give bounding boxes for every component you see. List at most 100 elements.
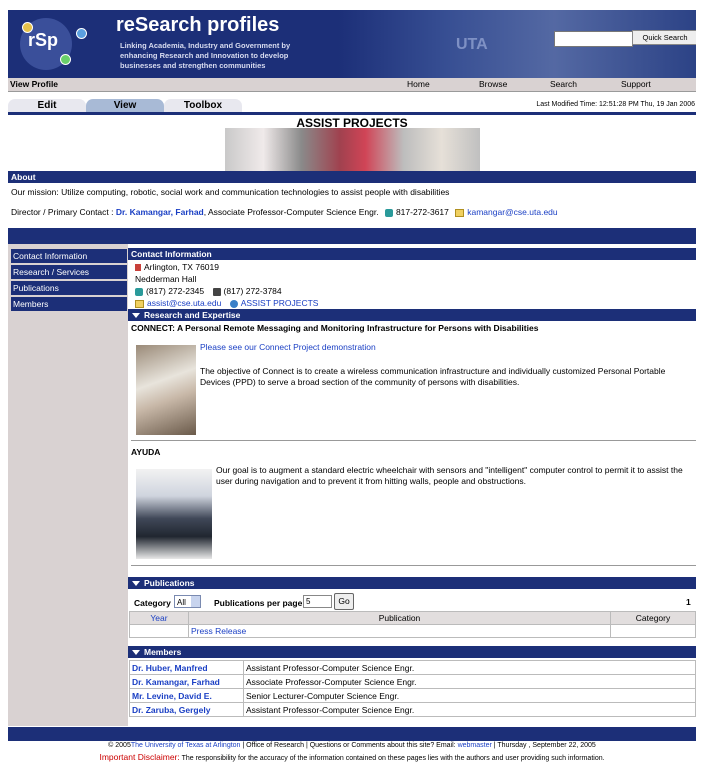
collapse-arrow-icon[interactable] — [132, 581, 140, 587]
phone-icon — [384, 208, 393, 217]
publications-heading-text: Publications — [144, 578, 195, 588]
director-prefix: Director / Primary Contact : — [11, 207, 114, 217]
research-item-description: Our goal is to augment a standard electr… — [216, 465, 683, 486]
member-name-cell: Dr. Kamangar, Farhad — [129, 674, 244, 689]
disclaimer-line: Important Disclaimer: The responsibility… — [8, 752, 696, 762]
tab-toolbox[interactable]: Toolbox — [164, 99, 242, 112]
footer-mid: | Office of Research | Questions or Comm… — [240, 742, 458, 749]
members-table: Dr. Huber, Manfred Assistant Professor-C… — [129, 660, 696, 717]
member-name-cell: Mr. Levine, David E. — [129, 688, 244, 703]
fax-icon — [212, 287, 221, 296]
quick-search-button[interactable]: Quick Search — [632, 30, 696, 45]
sidebar-item-contact[interactable]: Contact Information — [11, 249, 127, 263]
top-nav: View Profile Home Browse Search Support — [8, 78, 696, 92]
table-header-row: Year Publication Category — [129, 611, 696, 625]
go-button[interactable]: Go — [334, 593, 354, 610]
per-page-input[interactable] — [303, 595, 332, 608]
globe-icon — [229, 299, 238, 308]
project-banner-image — [225, 128, 480, 171]
contact-heading: Contact Information — [128, 248, 696, 260]
contact-building: Nedderman Hall — [135, 274, 197, 284]
address-icon — [135, 264, 141, 272]
page-number: 1 — [686, 597, 691, 607]
contact-email-link[interactable]: assist@cse.uta.edu — [147, 298, 221, 308]
table-row: Dr. Zaruba, Gergely Assistant Professor-… — [129, 702, 696, 717]
research-item-title: CONNECT: A Personal Remote Messaging and… — [131, 323, 539, 333]
contact-links: assist@cse.uta.edu ASSIST PROJECTS — [135, 298, 318, 308]
sidebar-item-research[interactable]: Research / Services — [11, 265, 127, 279]
nav-search-link[interactable]: Search — [550, 79, 577, 89]
publication-link[interactable]: Press Release — [191, 626, 246, 636]
chevron-down-icon — [191, 596, 200, 607]
publication-title: Press Release — [188, 624, 611, 638]
contact-website-link[interactable]: ASSIST PROJECTS — [241, 298, 319, 308]
footer-line: © 2005The University of Texas at Arlingt… — [8, 742, 696, 749]
tagline: Linking Academia, Industry and Governmen… — [120, 41, 291, 70]
director-phone: 817-272-3617 — [395, 207, 449, 217]
per-page-label: Publications per page — [214, 598, 303, 608]
tab-underline — [8, 112, 696, 115]
university-link[interactable]: The University of Texas at Arlington — [131, 742, 241, 749]
member-name-link[interactable]: Dr. Kamangar, Farhad — [132, 677, 220, 687]
publication-category — [610, 624, 696, 638]
wheelchair-image — [136, 469, 212, 559]
phone-icon — [135, 287, 143, 296]
divider — [131, 440, 696, 441]
column-header-year[interactable]: Year — [129, 611, 189, 625]
contact-phones: (817) 272-2345 (817) 272-3784 — [135, 286, 282, 296]
logo-dot-icon — [60, 54, 71, 65]
publications-heading: Publications — [128, 577, 696, 589]
uta-watermark: UTA — [456, 36, 488, 53]
director-email-link[interactable]: kamangar@cse.uta.edu — [467, 207, 557, 217]
member-title: Assistant Professor-Computer Science Eng… — [243, 660, 696, 675]
webmaster-link[interactable]: webmaster — [458, 742, 492, 749]
member-title: Assistant Professor-Computer Science Eng… — [243, 702, 696, 717]
member-name-link[interactable]: Dr. Huber, Manfred — [132, 663, 208, 673]
column-header-publication: Publication — [188, 611, 611, 625]
tab-view[interactable]: View — [86, 99, 164, 112]
footer-bar — [8, 727, 696, 741]
divider — [131, 565, 696, 566]
category-label: Category — [134, 598, 171, 608]
contact-city-text: Arlington, TX 76019 — [144, 262, 219, 272]
nav-browse-link[interactable]: Browse — [479, 79, 507, 89]
column-header-category: Category — [610, 611, 696, 625]
director-contact: Director / Primary Contact : Dr. Kamanga… — [11, 207, 558, 217]
member-name-cell: Dr. Huber, Manfred — [129, 660, 244, 675]
research-item-description: The objective of Connect is to create a … — [200, 366, 666, 387]
connect-demo-link[interactable]: Please see our Connect Project demonstra… — [200, 342, 376, 352]
table-row: Press Release — [129, 624, 696, 638]
email-icon — [455, 208, 465, 217]
section-divider-bar — [8, 228, 696, 244]
sidebar-item-publications[interactable]: Publications — [11, 281, 127, 295]
email-icon — [135, 299, 144, 308]
sidebar: Contact Information Research / Services … — [8, 244, 128, 726]
mission-text: Our mission: Utilize computing, robotic,… — [11, 187, 450, 197]
nav-home-link[interactable]: Home — [407, 79, 430, 89]
footer-date: | Thursday , September 22, 2005 — [491, 742, 596, 749]
sidebar-item-members[interactable]: Members — [11, 297, 127, 311]
nav-support-link[interactable]: Support — [621, 79, 651, 89]
member-title: Associate Professor-Computer Science Eng… — [243, 674, 696, 689]
category-select[interactable]: All — [174, 595, 201, 608]
members-heading-text: Members — [144, 647, 182, 657]
member-name-link[interactable]: Mr. Levine, David E. — [132, 691, 212, 701]
search-input[interactable] — [554, 31, 633, 47]
view-profile-label: View Profile — [10, 79, 59, 89]
pda-device-image — [136, 345, 196, 435]
table-row: Dr. Huber, Manfred Assistant Professor-C… — [129, 660, 696, 675]
disclaimer-label: Important Disclaimer: — [99, 752, 180, 762]
about-heading: About — [8, 171, 696, 183]
copyright: © 2005 — [108, 742, 131, 749]
table-row: Mr. Levine, David E. Senior Lecturer-Com… — [129, 688, 696, 703]
collapse-arrow-icon[interactable] — [132, 313, 140, 319]
director-name-link[interactable]: Dr. Kamangar, Farhad — [116, 207, 204, 217]
research-item-title: AYUDA — [131, 447, 161, 457]
tab-edit[interactable]: Edit — [8, 99, 86, 112]
member-name-link[interactable]: Dr. Zaruba, Gergely — [132, 705, 210, 715]
members-heading: Members — [128, 646, 696, 658]
header-banner: rSp reSearch profiles Linking Academia, … — [8, 10, 696, 78]
research-heading: Research and Expertise — [128, 309, 696, 321]
collapse-arrow-icon[interactable] — [132, 650, 140, 656]
director-title: , Associate Professor-Computer Science E… — [203, 207, 379, 217]
